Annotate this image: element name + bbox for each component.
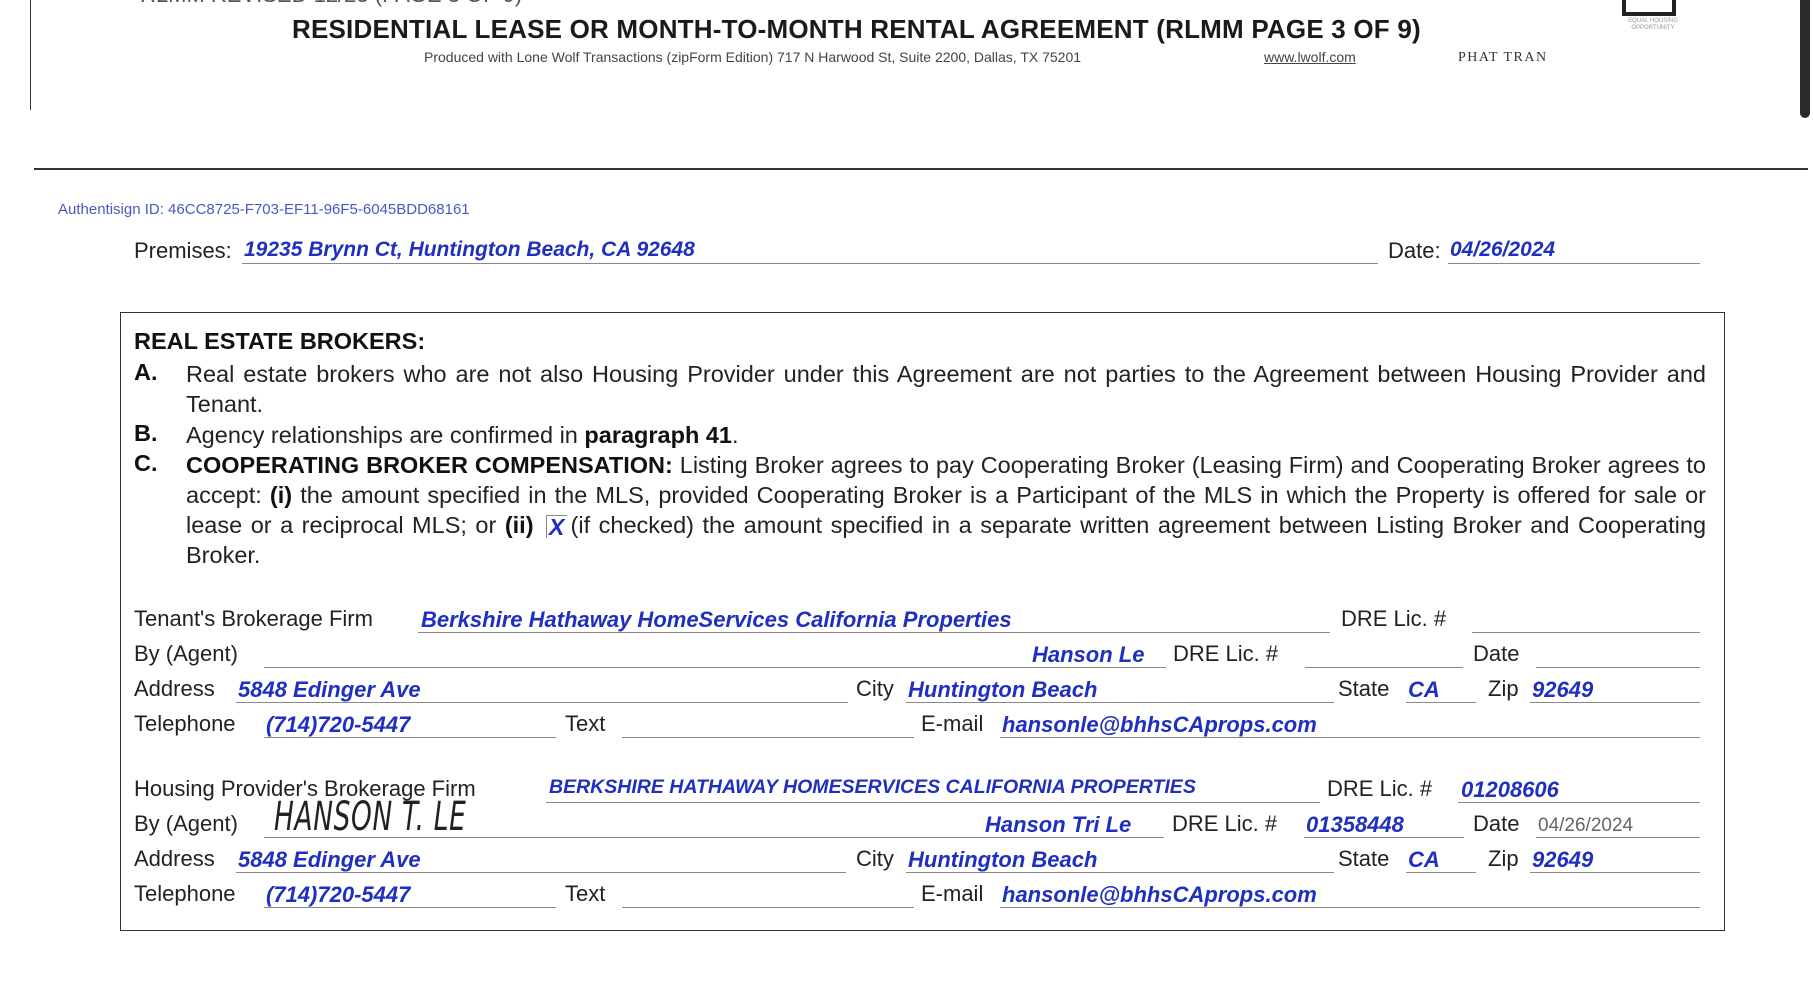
equal-housing-logo-icon (1622, 0, 1676, 16)
tenant-agent-name[interactable]: Hanson Le (1032, 642, 1144, 668)
tenant-city-label: City (856, 676, 894, 701)
tenant-address-label: Address (134, 676, 215, 701)
tenant-state-label: State (1338, 676, 1390, 701)
tenant-agent-dre-line (1305, 667, 1463, 668)
provider-email-label: E-mail (921, 881, 984, 906)
provider-state-label: State (1338, 846, 1390, 871)
provider-text-line (622, 907, 914, 908)
producer-line: Produced with Lone Wolf Transactions (zi… (424, 49, 1082, 65)
tenant-agent-dre-label: DRE Lic. # (1173, 641, 1279, 666)
provider-agent-dre-label: DRE Lic. # (1172, 811, 1278, 836)
provider-agent-label: By (Agent) (134, 811, 238, 836)
tenant-email-label: E-mail (921, 711, 984, 736)
provider-telephone-field[interactable]: (714)720-5447 (266, 882, 410, 908)
premises-field[interactable]: 19235 Brynn Ct, Huntington Beach, CA 926… (244, 238, 695, 262)
provider-firm-field[interactable]: BERKSHIRE HATHAWAY HOMESERVICES CALIFORN… (549, 776, 1196, 799)
premises-date-label: Date: (1388, 238, 1441, 263)
provider-date-label: Date (1473, 811, 1520, 836)
provider-firm-dre-field[interactable]: 01208606 (1461, 777, 1559, 803)
tenant-agent-line (264, 667, 1166, 668)
tenant-zip-label: Zip (1488, 676, 1519, 701)
provider-city-field[interactable]: Huntington Beach (908, 847, 1097, 873)
equal-housing-logo-text: EQUAL HOUSING OPPORTUNITY (1628, 18, 1678, 31)
tenant-firm-dre-line (1472, 632, 1700, 633)
provider-email-field[interactable]: hansonle@bhhsCAprops.com (1002, 882, 1317, 908)
tenant-date-line (1536, 667, 1700, 668)
provider-address-label: Address (134, 846, 215, 871)
provider-text-label: Text (565, 881, 606, 906)
item-c-text: COOPERATING BROKER COMPENSATION: Listing… (186, 452, 1707, 568)
provider-telephone-label: Telephone (134, 881, 236, 906)
provider-date-field[interactable]: 04/26/2024 (1538, 815, 1633, 837)
tenant-city-field[interactable]: Huntington Beach (908, 677, 1097, 703)
tenant-firm-label: Tenant's Brokerage Firm (134, 606, 373, 631)
provider-address-field[interactable]: 5848 Edinger Ave (238, 847, 421, 873)
provider-zip-label: Zip (1488, 846, 1519, 871)
premises-date-line (1448, 263, 1700, 264)
cut-off-form-id: RLMM REVISED 12/23 (PAGE 3 OF 9) (140, 0, 522, 8)
producer-link[interactable]: www.lwolf.com (1264, 49, 1356, 65)
tenant-date-label: Date (1473, 641, 1520, 666)
provider-firm-line (546, 802, 1320, 803)
tenant-text-label: Text (565, 711, 606, 736)
tenant-firm-dre-label: DRE Lic. # (1341, 606, 1447, 631)
tenant-telephone-label: Telephone (134, 711, 236, 736)
separate-agreement-checkbox[interactable]: X (545, 515, 567, 539)
provider-state-field[interactable]: CA (1408, 847, 1440, 873)
tenant-email-field[interactable]: hansonle@bhhsCAprops.com (1002, 712, 1317, 738)
item-b-text: Agency relationships are confirmed in pa… (186, 422, 739, 448)
brokers-heading: REAL ESTATE BROKERS: (134, 328, 426, 354)
provider-firm-dre-label: DRE Lic. # (1327, 776, 1433, 801)
provider-agent-name[interactable]: Hanson Tri Le (985, 812, 1131, 838)
premises-label: Premises: (134, 238, 232, 263)
tenant-address-field[interactable]: 5848 Edinger Ave (238, 677, 421, 703)
tenant-zip-field[interactable]: 92649 (1532, 677, 1593, 703)
provider-zip-field[interactable]: 92649 (1532, 847, 1593, 873)
provider-city-label: City (856, 846, 894, 871)
tenant-agent-label: By (Agent) (134, 641, 238, 666)
tenant-text-line (622, 737, 914, 738)
premises-line (242, 263, 1378, 264)
page-divider (34, 168, 1808, 170)
item-a-letter: A. (134, 359, 158, 385)
tenant-state-field[interactable]: CA (1408, 677, 1440, 703)
page-scroll-edge[interactable] (1800, 0, 1810, 118)
item-c-letter: C. (134, 450, 158, 476)
client-name: PHAT TRAN (1458, 50, 1548, 65)
authentisign-id: Authentisign ID: 46CC8725-F703-EF11-96F5… (58, 201, 470, 218)
premises-date-field[interactable]: 04/26/2024 (1450, 238, 1555, 262)
tenant-telephone-field[interactable]: (714)720-5447 (266, 712, 410, 738)
agent-signature[interactable]: HANSON T. LE (274, 794, 466, 840)
item-a-text: Real estate brokers who are not also Hou… (186, 361, 1706, 417)
item-b-letter: B. (134, 420, 158, 446)
provider-date-line (1536, 837, 1700, 838)
provider-agent-dre-field[interactable]: 01358448 (1306, 812, 1404, 838)
tenant-firm-field[interactable]: Berkshire Hathaway HomeServices Californ… (421, 607, 1012, 633)
page-title: RESIDENTIAL LEASE OR MONTH-TO-MONTH RENT… (292, 14, 1421, 44)
